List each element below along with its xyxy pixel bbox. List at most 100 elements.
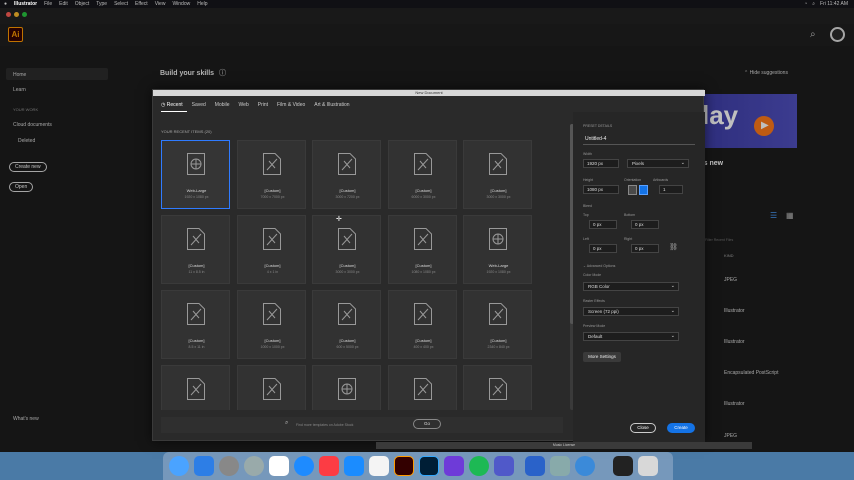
width-field[interactable]: 1920 px — [583, 159, 619, 168]
orientation-label: Orientation — [624, 178, 642, 182]
tab-web[interactable]: Web — [239, 102, 249, 108]
downloads-stack-icon[interactable] — [613, 456, 633, 476]
preset-tile[interactable] — [312, 365, 381, 410]
tile-name: [Custom] — [264, 338, 281, 343]
preset-tile[interactable]: [Custom] 4 x 1 in — [237, 215, 306, 284]
menu-edit[interactable]: Edit — [59, 0, 68, 8]
more-settings-button[interactable]: More Settings — [583, 352, 621, 362]
close-button[interactable]: Close — [630, 423, 656, 433]
apple-icon[interactable]: ● — [4, 0, 7, 8]
bleed-bottom-field[interactable]: 0 px — [631, 220, 659, 229]
launchpad-icon[interactable] — [244, 456, 264, 476]
preset-tile[interactable]: [Custom] 2340 x 840 px — [463, 290, 532, 359]
bleed-top-field[interactable]: 0 px — [589, 220, 617, 229]
wifi-icon[interactable]: ◔ — [804, 0, 807, 8]
preset-tile[interactable] — [161, 365, 230, 410]
document-icon — [414, 303, 432, 325]
tab-film-video[interactable]: Film & Video — [277, 102, 305, 108]
height-field[interactable]: 1080 px — [583, 185, 619, 194]
active-tab-indicator — [161, 111, 187, 112]
safari-icon[interactable] — [294, 456, 314, 476]
tile-name: [Custom] — [188, 263, 205, 268]
acrobat-icon[interactable] — [369, 456, 389, 476]
trash-icon[interactable] — [638, 456, 658, 476]
stock-search-input[interactable]: Find more templates on Adobe Stock — [296, 423, 353, 427]
menu-select[interactable]: Select — [114, 0, 128, 8]
preset-tile[interactable]: [Custom] 7000 x 7000 px — [237, 140, 306, 209]
tab-print[interactable]: Print — [258, 102, 268, 108]
menu-app-name[interactable]: Illustrator — [14, 0, 37, 8]
menu-file[interactable]: File — [44, 0, 52, 8]
artboards-field[interactable]: 1 — [659, 185, 683, 194]
tile-size: 400 x 400 px — [413, 345, 434, 349]
document-icon — [263, 228, 281, 250]
tile-size: 11 x 8.5 in — [188, 270, 205, 274]
finder-icon[interactable] — [169, 456, 189, 476]
music-icon[interactable] — [319, 456, 339, 476]
bleed-left-label: Left — [583, 237, 589, 241]
color-mode-select[interactable]: RGB Color ⌄ — [583, 282, 679, 291]
preset-tile[interactable]: [Custom] 1080 x 1080 px — [388, 215, 457, 284]
document-name-field[interactable]: Untitled-4 — [585, 136, 606, 142]
preset-tile[interactable]: [Custom] 6000 x 3000 px — [388, 140, 457, 209]
preview-mode-select[interactable]: Default ⌄ — [583, 332, 679, 341]
preset-tile[interactable]: [Custom] 8.5 x 11 in — [161, 290, 230, 359]
teams-icon[interactable] — [494, 456, 514, 476]
preset-details-panel: PRESET DETAILS Untitled-4 Width 1920 px … — [573, 112, 705, 442]
tile-size: 6000 x 3000 px — [411, 195, 436, 199]
tab-saved[interactable]: Saved — [192, 102, 206, 108]
recent-items-grid: Web-Large 1920 x 1080 px [Custom] 7000 x 70… — [161, 140, 541, 410]
link-icon[interactable]: ⛓ — [669, 243, 678, 251]
advanced-options-toggle[interactable]: ⌄ Advanced Options — [583, 264, 615, 268]
illustrator-dock-icon[interactable] — [394, 456, 414, 476]
system-preferences-icon[interactable] — [219, 456, 239, 476]
app-store-icon[interactable] — [344, 456, 364, 476]
tile-name: [Custom] — [339, 188, 356, 193]
menu-help[interactable]: Help — [197, 0, 207, 8]
preset-tile[interactable] — [237, 365, 306, 410]
preset-tile[interactable]: [Custom] 1000 x 1000 px — [237, 290, 306, 359]
notes-icon[interactable] — [269, 456, 289, 476]
preview-icon[interactable] — [550, 456, 570, 476]
preset-tile[interactable] — [463, 365, 532, 410]
document-icon — [263, 303, 281, 325]
menu-clock[interactable]: Fri 11:42 AM — [820, 0, 848, 8]
tab-recent[interactable]: ◷ Recent — [161, 102, 183, 108]
preset-tile[interactable]: [Custom] 11 x 8.5 in — [161, 215, 230, 284]
go-button[interactable]: Go — [413, 419, 441, 429]
menu-effect[interactable]: Effect — [135, 0, 148, 8]
finder-app-icon[interactable] — [194, 456, 214, 476]
bleed-left-field[interactable]: 0 px — [589, 244, 617, 253]
preset-tile[interactable] — [388, 365, 457, 410]
quicktime-icon[interactable] — [575, 456, 595, 476]
portrait-icon[interactable] — [628, 185, 637, 195]
tab-art-illustration[interactable]: Art & Illustration — [314, 102, 349, 108]
units-select[interactable]: Pixels ⌄ — [627, 159, 689, 168]
document-icon — [338, 153, 356, 175]
tab-mobile[interactable]: Mobile — [215, 102, 230, 108]
preset-tile[interactable]: Web-Large 1920 x 1080 px — [161, 140, 230, 209]
preset-tile[interactable]: [Custom] 600 x 5000 px — [312, 290, 381, 359]
photoshop-icon[interactable] — [419, 456, 439, 476]
stack-app-icon[interactable] — [525, 456, 545, 476]
star-app-icon[interactable] — [444, 456, 464, 476]
spotify-icon[interactable] — [469, 456, 489, 476]
music-license-banner: Music License — [376, 442, 752, 449]
create-button[interactable]: Create — [667, 423, 695, 433]
preset-tile[interactable]: [Custom] 3000 x 3000 px — [312, 215, 381, 284]
menu-view[interactable]: View — [155, 0, 166, 8]
menu-window[interactable]: Window — [172, 0, 190, 8]
menu-type[interactable]: Type — [96, 0, 107, 8]
landscape-icon[interactable] — [639, 185, 648, 195]
preset-tile[interactable]: [Custom] 400 x 400 px — [388, 290, 457, 359]
raster-effects-select[interactable]: Screen (72 ppi) ⌄ — [583, 307, 679, 316]
menu-object[interactable]: Object — [75, 0, 89, 8]
document-icon — [414, 228, 432, 250]
bleed-right-field[interactable]: 0 px — [631, 244, 659, 253]
preset-tile[interactable]: [Custom] 3000 x 3000 px — [463, 140, 532, 209]
chevron-down-icon: ⌄ — [680, 160, 685, 166]
advanced-options-label: Advanced Options — [586, 264, 616, 268]
preset-tile[interactable]: Web-Large 1920 x 1080 px — [463, 215, 532, 284]
spotlight-icon[interactable]: ⌕ — [812, 0, 815, 8]
preset-tile[interactable]: [Custom] 3000 x 7200 px — [312, 140, 381, 209]
